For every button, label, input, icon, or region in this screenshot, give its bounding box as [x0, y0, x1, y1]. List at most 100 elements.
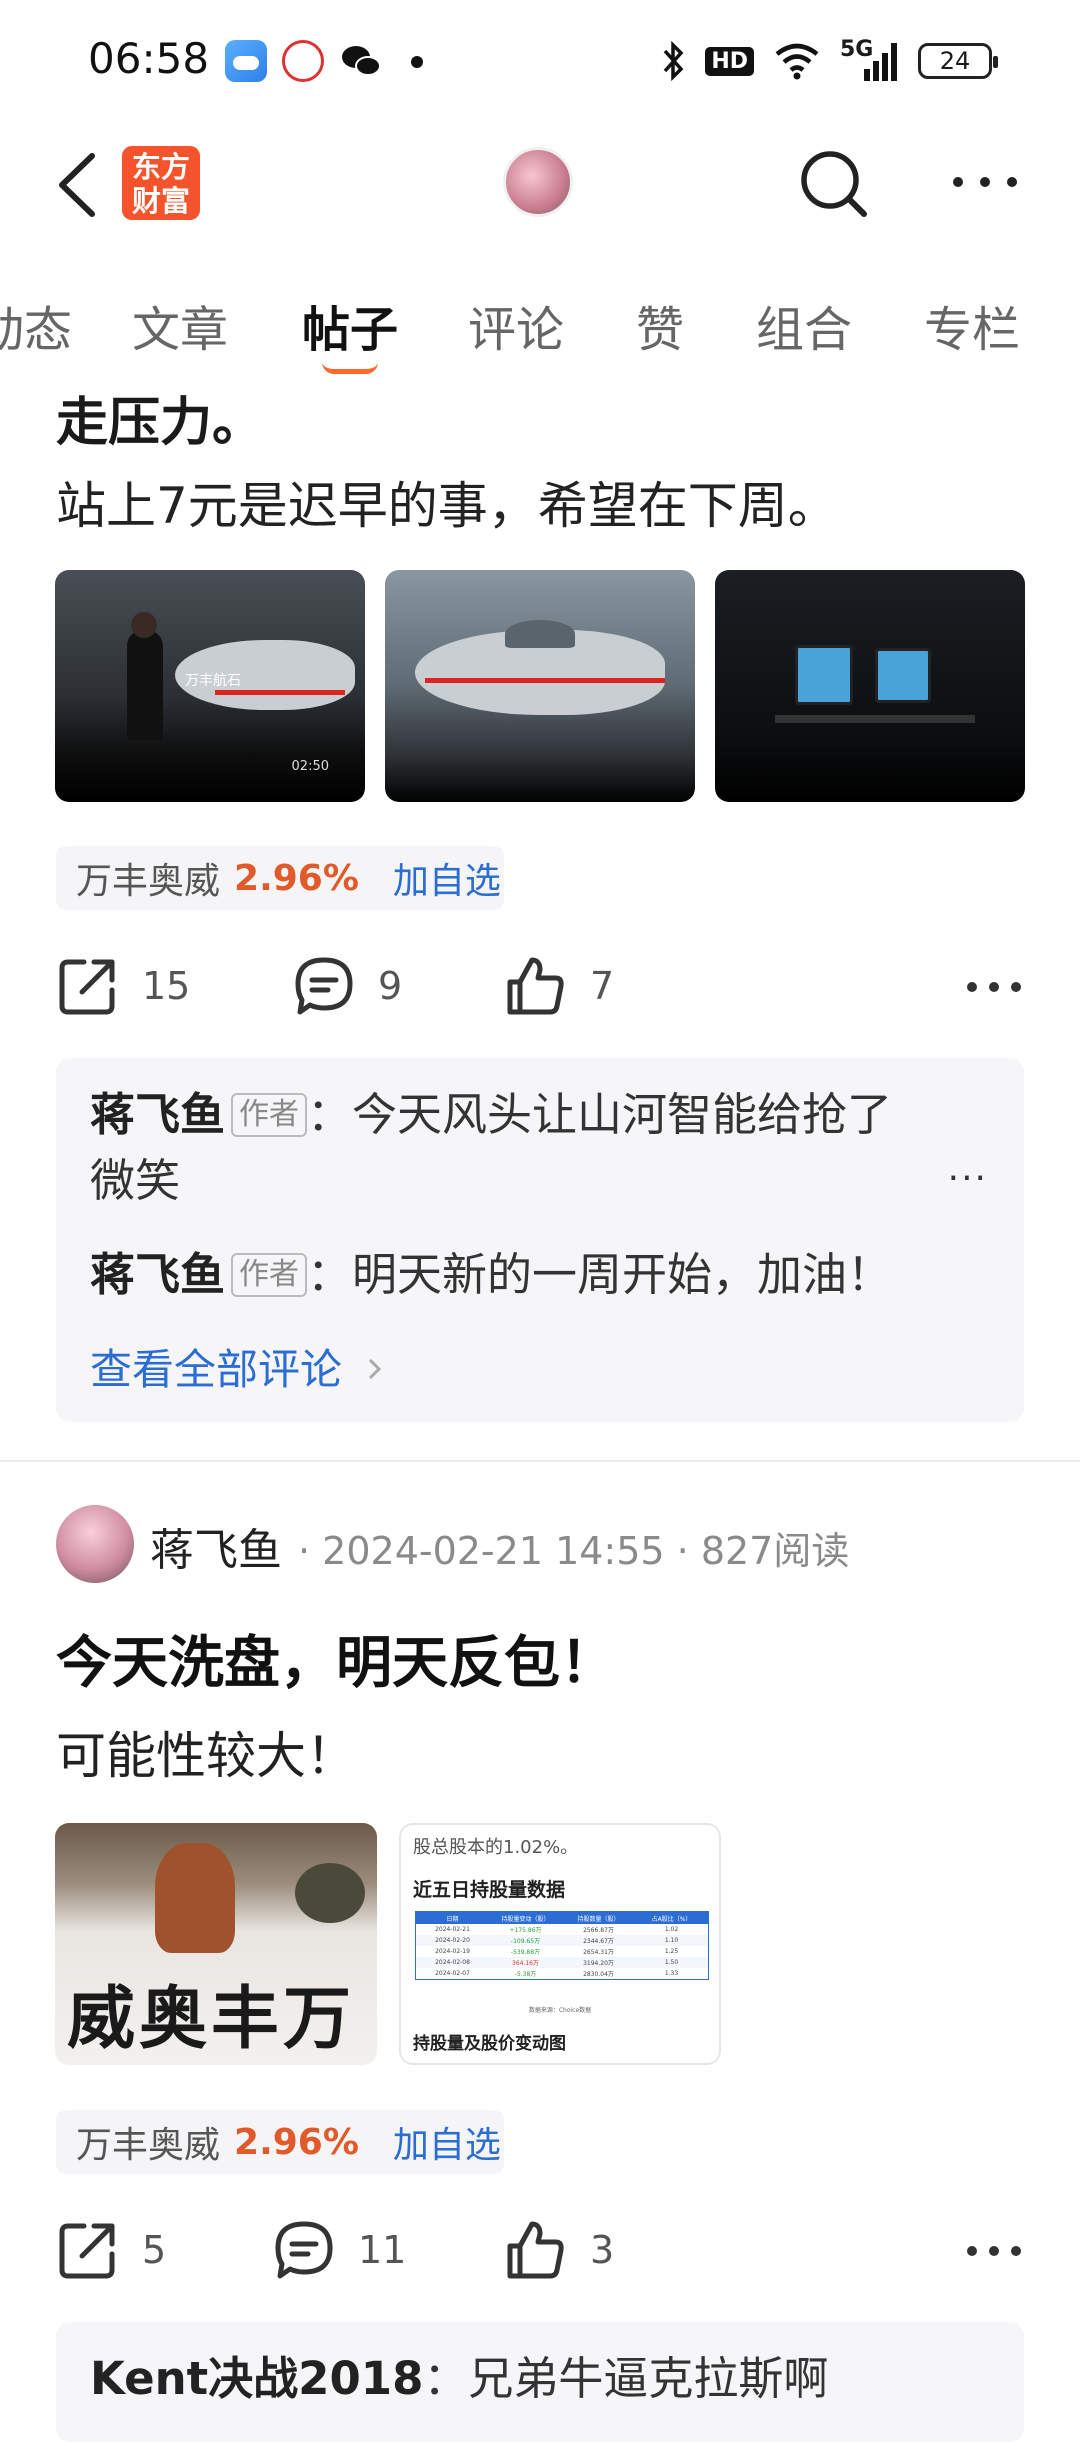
tab-columns[interactable]: 专栏 [924, 290, 1020, 360]
tab-articles[interactable]: 文章 [132, 290, 228, 360]
table-header-row: 日期 持股量变动（股） 持股数量（股） 占A股比（%） [416, 1912, 708, 1924]
post-body-text[interactable]: 站上7元是迟早的事，希望在下周。 [56, 466, 838, 538]
profile-avatar[interactable] [503, 147, 573, 217]
comment-more-icon[interactable]: ··· [948, 1158, 988, 1199]
search-icon[interactable] [798, 148, 870, 220]
post-image-table[interactable]: 股总股本的1.02%。 近五日持股量数据 日期 持股量变动（股） 持股数量（股）… [399, 1823, 721, 2065]
comment-preview-box[interactable]: Kent决战2018：兄弟牛逼克拉斯啊 [56, 2322, 1024, 2442]
comment-icon [295, 957, 353, 1015]
logo-line-2: 财富 [131, 184, 190, 218]
post-image-video[interactable]: 万丰航石 02:50 [55, 570, 365, 802]
comment-separator: ： [307, 1088, 353, 1141]
app-logo[interactable]: 东方 财富 [122, 146, 200, 220]
author-badge: 作者 [231, 1093, 308, 1137]
view-all-label: 查看全部评论 [90, 1345, 343, 1394]
comment-text: 兄弟牛逼克拉斯啊 [468, 2352, 829, 2405]
profile-tabs: 动态 文章 帖子 评论 赞 组合 专栏 [0, 290, 1080, 370]
video-duration: 02:50 [291, 759, 329, 774]
post-title-partial[interactable]: 走压力。 [56, 378, 264, 446]
carving-figure [155, 1843, 235, 1953]
author-name[interactable]: 蒋飞鱼 [150, 1514, 282, 1578]
comment-separator: ： [423, 2352, 469, 2405]
share-button[interactable]: 15 [56, 954, 190, 1018]
wechat-icon [342, 46, 381, 76]
post-image-plane[interactable] [385, 570, 695, 802]
tab-comments[interactable]: 评论 [468, 290, 564, 360]
logo-line-1: 东方 [131, 150, 190, 184]
post-body-text[interactable]: 可能性较大！ [56, 1716, 356, 1788]
stock-change: 2.96% [234, 2121, 359, 2163]
stock-chip[interactable]: 万丰奥威 2.96% 加自选 [56, 846, 504, 910]
comment-text-continued: 微笑 [90, 1154, 181, 1207]
post-title[interactable]: 今天洗盘，明天反包！ [56, 1618, 616, 1699]
comment-item[interactable]: 蒋飞鱼 作者 ：今天风头让山河智能给抢了 [90, 1082, 892, 1148]
comment-author[interactable]: Kent决战2018 [90, 2352, 423, 2405]
weather-app-icon [225, 40, 267, 82]
battery-indicator: 24 [918, 43, 998, 79]
post-more-icon[interactable] [966, 2244, 1022, 2258]
comment-button[interactable]: 9 [292, 954, 402, 1018]
tab-likes[interactable]: 赞 [636, 290, 684, 360]
comment-item[interactable]: Kent决战2018：兄弟牛逼克拉斯啊 [90, 2346, 828, 2412]
video-caption: 万丰航石 [185, 673, 241, 689]
table-footer-title: 持股量及股价变动图 [413, 2034, 566, 2054]
comment-item[interactable]: 蒋飞鱼 作者 ：明天新的一周开始，加油！ [90, 1242, 892, 1308]
share-icon [59, 959, 115, 1015]
comment-text: 今天风头让山河智能给抢了 [352, 1088, 893, 1141]
comment-count: 9 [378, 964, 403, 1008]
table-row: 2024-02-08 364.16万 3194.20万 1.50 [416, 1957, 708, 1968]
table-top-text: 股总股本的1.02%。 [413, 1837, 579, 1858]
comment-count: 11 [358, 2228, 407, 2272]
view-all-comments-link[interactable]: 查看全部评论 [90, 1336, 385, 1397]
comment-text: 明天新的一周开始，加油！ [352, 1248, 893, 1301]
hd-badge: HD [705, 46, 754, 76]
stock-change: 2.96% [234, 857, 359, 899]
like-button[interactable]: 3 [504, 2218, 614, 2282]
tab-posts[interactable]: 帖子 [302, 290, 398, 360]
like-count: 7 [590, 964, 615, 1008]
comment-author[interactable]: 蒋飞鱼 [90, 1248, 225, 1301]
comment-preview-box[interactable]: 蒋飞鱼 作者 ：今天风头让山河智能给抢了 微笑 ··· 蒋飞鱼 作者 ：明天新的一周开始… [56, 1058, 1024, 1422]
wifi-icon [775, 43, 819, 80]
tab-dynamic[interactable]: 动态 [0, 290, 72, 360]
status-icons: HD 5G 24 [661, 36, 998, 86]
comment-separator: ： [307, 1248, 353, 1301]
comment-author[interactable]: 蒋飞鱼 [90, 1088, 225, 1141]
author-avatar[interactable] [56, 1505, 134, 1583]
thumbs-up-icon [507, 2221, 564, 2279]
share-button[interactable]: 5 [56, 2218, 166, 2282]
like-count: 3 [590, 2228, 615, 2272]
stock-name: 万丰奥威 [76, 2125, 221, 2166]
table-row: 2024-02-19 -539.88万 2654.31万 1.25 [435, 1948, 679, 1956]
back-arrow-icon[interactable] [48, 150, 108, 220]
holdings-table: 日期 持股量变动（股） 持股数量（股） 占A股比（%） 2024-02-21 +1… [415, 1911, 709, 1980]
comment-icon [275, 2221, 333, 2279]
table-source: 数据来源：Choice数据 [528, 2007, 592, 2014]
chevron-right-icon [369, 1358, 382, 1380]
notification-dot-icon [411, 56, 423, 68]
tab-portfolios[interactable]: 组合 [756, 290, 852, 360]
table-heading: 近五日持股量数据 [413, 1879, 566, 1901]
post-meta-info: · 2024-02-21 14:55 · 827阅读 [298, 1529, 850, 1573]
comment-button[interactable]: 11 [272, 2218, 406, 2282]
table-row: 2024-02-07 -5.38万 2830.04万 1.33 [435, 1970, 679, 1978]
more-options-icon[interactable] [950, 170, 1020, 194]
like-button[interactable]: 7 [504, 954, 614, 1018]
author-badge: 作者 [231, 1253, 308, 1297]
table-row: 2024-02-21 +175.86万 2566.87万 1.02 [435, 1926, 679, 1934]
status-bar: 06:58 HD 5G 24 [0, 0, 1080, 120]
table-row: 2024-02-20 -109.65万 2344.67万 1.10 [416, 1935, 708, 1946]
add-watchlist-button[interactable]: 加自选 [393, 852, 501, 904]
thumbs-up-icon [507, 957, 564, 1015]
post-divider [0, 1460, 1080, 1462]
share-count: 5 [142, 2228, 167, 2272]
post-image-cockpit[interactable] [715, 570, 1025, 802]
add-watchlist-button[interactable]: 加自选 [393, 2116, 501, 2168]
presenter-figure [127, 630, 163, 740]
bluetooth-icon [664, 41, 684, 81]
active-tab-indicator [322, 362, 378, 374]
post-more-icon[interactable] [966, 980, 1022, 994]
post-image-calligraphy[interactable]: 威奥丰万 [55, 1823, 377, 2065]
stock-chip[interactable]: 万丰奥威 2.96% 加自选 [56, 2110, 504, 2174]
share-count: 15 [142, 964, 191, 1008]
